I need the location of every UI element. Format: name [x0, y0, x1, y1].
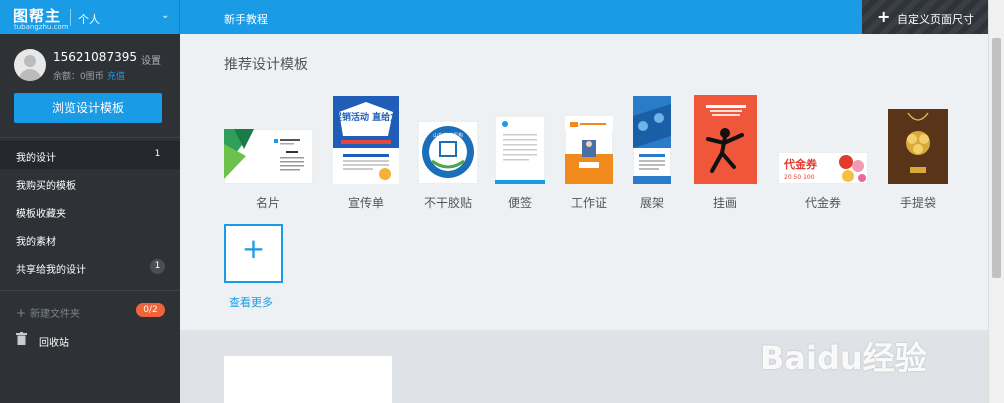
scrollbar[interactable]: [988, 0, 1004, 403]
logo-divider: [70, 9, 71, 26]
template-display-stand[interactable]: [632, 95, 672, 185]
count-badge: 1: [154, 149, 161, 159]
hanging-poster-thumbnail: [694, 95, 757, 184]
view-more-button[interactable]: +: [224, 224, 283, 283]
divider: [0, 290, 180, 291]
sidebar-item-template-favorites[interactable]: 模板收藏夹: [0, 197, 180, 225]
sidebar-item-label: 我的素材: [16, 237, 56, 248]
folder-count-badge: 0/2: [136, 303, 165, 317]
template-voucher[interactable]: 代金券 20 50 100: [777, 151, 869, 185]
template-label: 代金券: [804, 196, 841, 210]
plus-icon: +: [877, 7, 891, 26]
sidebar-item-label: 共享给我的设计: [16, 265, 86, 276]
logo-area[interactable]: 图帮主 tubangzhu.com 个人 ⌄: [0, 0, 180, 34]
count-badge: 1: [150, 259, 165, 274]
balance-text: 余额：0图币: [53, 72, 104, 82]
sidebar: 15621087395 设置 余额：0图币 充值 浏览设计模板 我的设计 1 我…: [0, 34, 180, 403]
chevron-down-icon[interactable]: ⌄: [161, 10, 169, 21]
new-folder-label: 新建文件夹: [30, 309, 81, 320]
display-stand-thumbnail: [632, 95, 672, 185]
custom-size-label: 自定义页面尺寸: [897, 13, 974, 26]
template-paper-bag[interactable]: [888, 109, 948, 184]
logo-domain: tubangzhu.com: [14, 23, 69, 31]
template-business-card[interactable]: [223, 128, 314, 185]
template-label: 名片: [255, 196, 280, 210]
section-title: 推荐设计模板: [224, 57, 308, 73]
sidebar-item-my-designs[interactable]: 我的设计 1: [0, 141, 180, 169]
template-sticker[interactable]: 山东某某机构: [417, 120, 479, 185]
divider: [0, 137, 180, 138]
sticker-ring-text: 山东某某机构: [433, 132, 463, 139]
plus-icon: +: [16, 306, 27, 320]
settings-link[interactable]: 设置: [141, 52, 161, 67]
watermark: Baidu经验: [760, 339, 927, 377]
scrollbar-thumb[interactable]: [992, 38, 1001, 278]
sidebar-item-shared-designs[interactable]: 共享给我的设计 1: [0, 253, 180, 281]
view-more-link[interactable]: 查看更多: [229, 294, 273, 310]
template-flyer[interactable]: 促销活动 直给力: [332, 96, 399, 184]
sidebar-item-purchased-templates[interactable]: 我购买的模板: [0, 169, 180, 197]
template-label: 手提袋: [899, 196, 936, 210]
sidebar-item-label: 我的设计: [16, 153, 56, 164]
work-badge-thumbnail: [564, 115, 614, 185]
sticker-thumbnail: 山东某某机构: [417, 120, 479, 185]
template-label: 宣传单: [347, 196, 384, 210]
template-hanging-poster[interactable]: [694, 95, 757, 184]
plus-icon: +: [241, 232, 266, 265]
template-work-badge[interactable]: [564, 115, 614, 185]
template-label: 挂画: [712, 196, 737, 210]
business-card-thumbnail: [223, 128, 314, 185]
browse-templates-button[interactable]: 浏览设计模板: [14, 93, 162, 123]
flyer-headline: 促销活动 直给力: [333, 111, 399, 123]
custom-size-button[interactable]: + 自定义页面尺寸: [862, 0, 988, 34]
template-notepad[interactable]: [494, 115, 546, 185]
template-panel: 推荐设计模板 名片 促销活动 直给力 宣传单 山东某某机构 不干胶贴 便签 工作…: [180, 34, 988, 330]
trash-link[interactable]: 回收站: [39, 334, 69, 349]
paper-bag-thumbnail: [888, 109, 948, 184]
new-folder-button[interactable]: + 新建文件夹: [16, 305, 80, 320]
account-mode-label: 个人: [78, 13, 100, 26]
trash-icon: [16, 332, 27, 345]
tutorial-link[interactable]: 新手教程: [224, 11, 268, 27]
voucher-amounts: 20 50 100: [784, 174, 815, 181]
avatar[interactable]: [14, 49, 46, 81]
sidebar-item-label: 模板收藏夹: [16, 209, 66, 220]
sidebar-item-label: 我购买的模板: [16, 181, 76, 192]
sidebar-item-my-assets[interactable]: 我的素材: [0, 225, 180, 253]
voucher-title: 代金券: [783, 157, 818, 171]
notepad-thumbnail: [494, 115, 546, 185]
design-card[interactable]: [224, 356, 392, 403]
user-phone: 15621087395: [53, 50, 137, 64]
flyer-thumbnail: 促销活动 直给力: [332, 96, 399, 184]
voucher-thumbnail: 代金券 20 50 100: [777, 151, 869, 185]
recharge-link[interactable]: 充值: [107, 69, 125, 82]
